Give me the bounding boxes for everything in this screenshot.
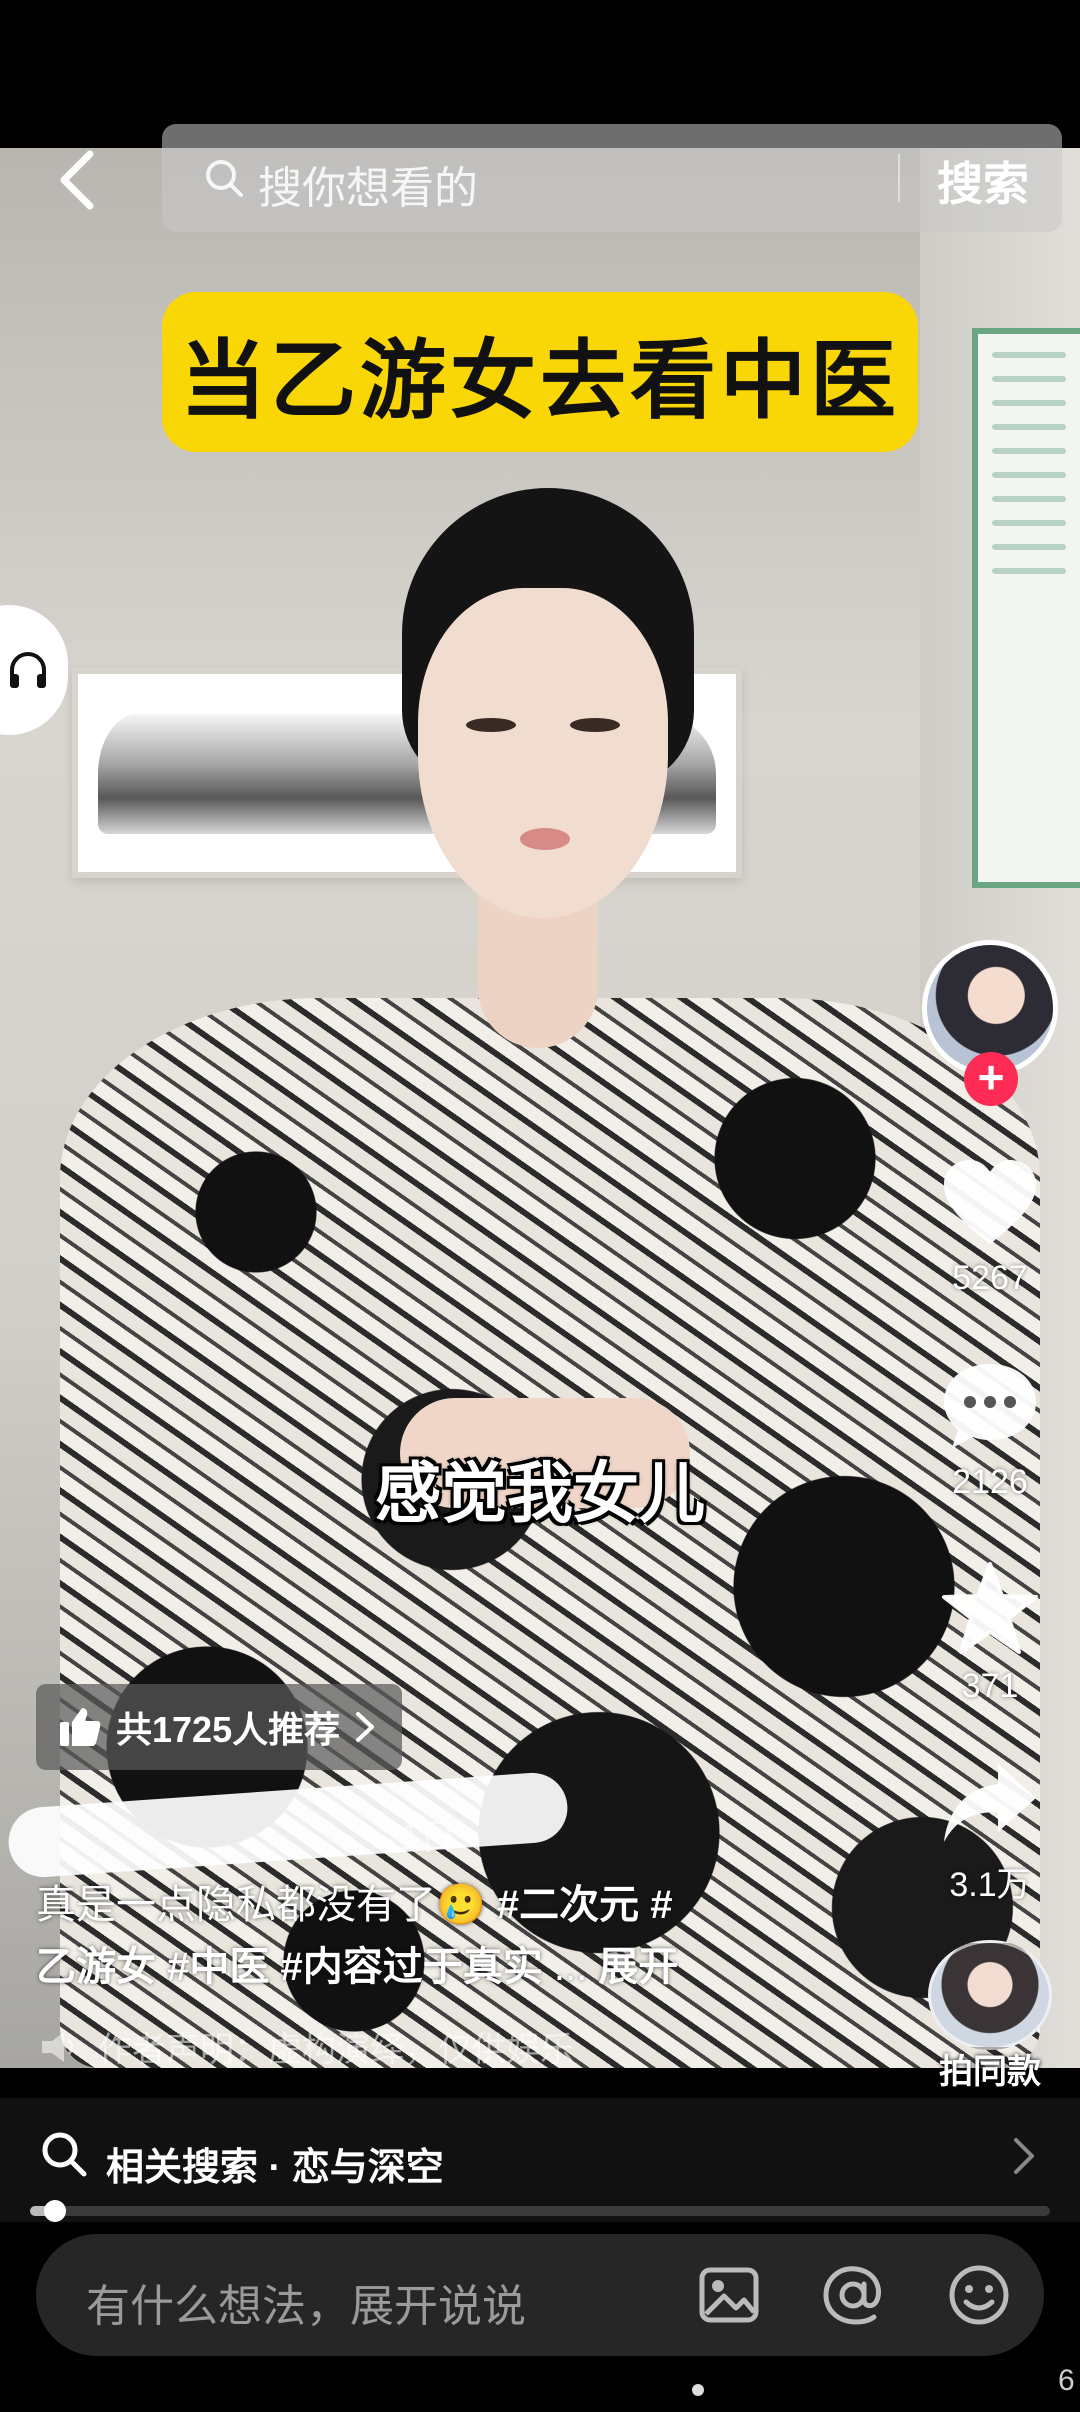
recommend-text: 共1725人推荐 (116, 1709, 341, 1750)
same-style-label: 拍同款 (939, 2053, 1041, 2091)
share-icon (944, 1764, 1036, 1842)
comment-placeholder: 有什么想法，展开说说 (86, 2282, 526, 2331)
disclaimer-text: 作者声明：虚构演绎，仅供娱乐 (98, 2031, 574, 2069)
same-style-thumbnail (928, 1940, 1052, 2050)
caption-ellipsis: ... (553, 1945, 588, 1989)
search-input[interactable]: 搜你想看的 搜索 (162, 124, 1062, 232)
recommend-pill[interactable]: 共1725人推荐 (36, 1684, 403, 1770)
same-style-button[interactable]: 拍同款 (920, 1940, 1060, 2093)
chevron-right-icon (356, 1712, 375, 1742)
home-indicator-dot (692, 2384, 704, 2396)
video-title-text: 当乙游女去看中医 (180, 330, 900, 431)
favorite-count: 371 (961, 1667, 1019, 1705)
video-subtitle: 感觉我女儿 (375, 1455, 705, 1532)
creator-avatar-group: + (920, 940, 1060, 1106)
search-divider (898, 154, 900, 202)
caption-tags-line2[interactable]: 乙游女 #中医 #内容过于真实 (36, 1945, 543, 1989)
search-icon (42, 2132, 87, 2177)
back-button[interactable] (46, 148, 106, 212)
top-search-bar: 搜你想看的 搜索 (0, 120, 1080, 240)
heart-icon (944, 1160, 1036, 1244)
comment-button[interactable]: 2126 (920, 1360, 1060, 1502)
comment-icon (944, 1364, 1036, 1448)
star-icon (942, 1562, 1038, 1654)
video-title-banner: 当乙游女去看中医 (162, 292, 918, 452)
playback-scrubber[interactable] (44, 2200, 66, 2222)
comment-count: 2126 (952, 1463, 1028, 1501)
comment-input[interactable]: 有什么想法，展开说说 (36, 2234, 1044, 2356)
thumbs-up-icon (60, 1708, 101, 1746)
like-button[interactable]: 5267 (920, 1158, 1060, 1298)
system-corner-number: 6 (1058, 2364, 1075, 2397)
video-caption[interactable]: 真是一点隐私都没有了🥲 #二次元 # 乙游女 #中医 #内容过于真实 ... 展… (36, 1874, 796, 1998)
search-button[interactable]: 搜索 (937, 148, 1029, 214)
speaker-icon (42, 2031, 73, 2062)
like-count: 5267 (952, 1259, 1028, 1297)
favorite-button[interactable]: 371 (920, 1560, 1060, 1706)
headphone-icon (10, 652, 46, 688)
related-search-bar[interactable]: 相关搜索 · 恋与深空 (0, 2098, 1080, 2222)
chevron-right-icon (1014, 2138, 1034, 2174)
search-icon (206, 160, 243, 197)
caption-tags-line1[interactable]: #二次元 # (497, 1883, 673, 1927)
caption-text: 真是一点隐私都没有了🥲 (36, 1883, 497, 1927)
follow-button[interactable]: + (964, 1052, 1018, 1106)
share-count: 3.1万 (949, 1866, 1031, 1904)
emoji-icon[interactable] (946, 2262, 1012, 2328)
author-date-tail: 1日 (400, 1816, 457, 1857)
at-icon[interactable] (820, 2262, 886, 2328)
playback-progress-bar[interactable] (30, 2200, 1050, 2222)
image-icon[interactable] (696, 2262, 762, 2328)
screen: 当乙游女去看中医 感觉我女儿 搜你想看的 搜索 + 5267 2126 371 … (0, 0, 1080, 2412)
back-arrow-icon (60, 150, 94, 210)
expand-caption-button[interactable]: 展开 (598, 1945, 678, 1989)
creator-disclaimer: 作者声明：虚构演绎，仅供娱乐 (40, 2022, 574, 2071)
share-button[interactable]: 3.1万 (920, 1760, 1060, 1906)
search-placeholder: 搜你想看的 (258, 164, 478, 213)
related-search-label: 相关搜索 · 恋与深空 (106, 2147, 444, 2189)
